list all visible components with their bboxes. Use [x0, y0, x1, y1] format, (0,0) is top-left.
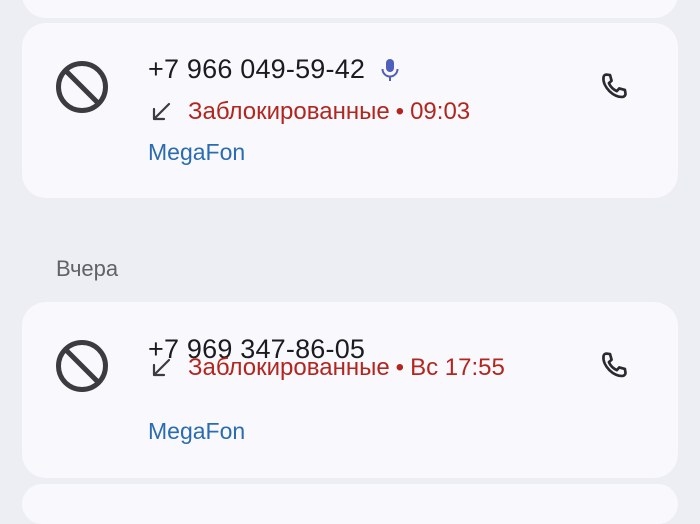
phone-icon [602, 352, 627, 378]
call-log-card-partial[interactable] [22, 0, 678, 18]
separator-dot: • [395, 98, 405, 125]
separator-dot: • [395, 354, 405, 381]
call-time: 09:03 [410, 98, 471, 125]
section-header-yesterday: Вчера [56, 256, 119, 281]
call-status-label: Заблокированные [188, 98, 390, 125]
call-button[interactable] [594, 346, 634, 386]
phone-number: +7 966 049-59-42 [148, 54, 401, 85]
call-button[interactable] [594, 67, 634, 107]
microphone-icon [381, 58, 399, 81]
call-log-card-partial[interactable] [22, 484, 678, 524]
phone-icon [602, 73, 627, 99]
call-status-row: Заблокированные • Вс 17:55 [150, 354, 505, 382]
incoming-call-arrow-icon [152, 102, 171, 121]
carrier-label: MegaFon [148, 418, 246, 444]
phone-number-text: +7 966 049-59-42 [148, 54, 366, 84]
call-log-card[interactable]: +7 966 049-59-42 Заблокированные • 09:03… [22, 23, 678, 198]
call-time: Вс 17:55 [410, 354, 505, 381]
block-icon [56, 340, 108, 392]
block-icon [56, 61, 108, 113]
incoming-call-arrow-icon [152, 358, 171, 377]
call-status-label: Заблокированные [188, 354, 390, 381]
call-log-card[interactable]: +7 969 347-86-05 Заблокированные • Вс 17… [22, 302, 678, 478]
call-status-row: Заблокированные • 09:03 [150, 98, 470, 126]
carrier-label: MegaFon [148, 139, 246, 165]
